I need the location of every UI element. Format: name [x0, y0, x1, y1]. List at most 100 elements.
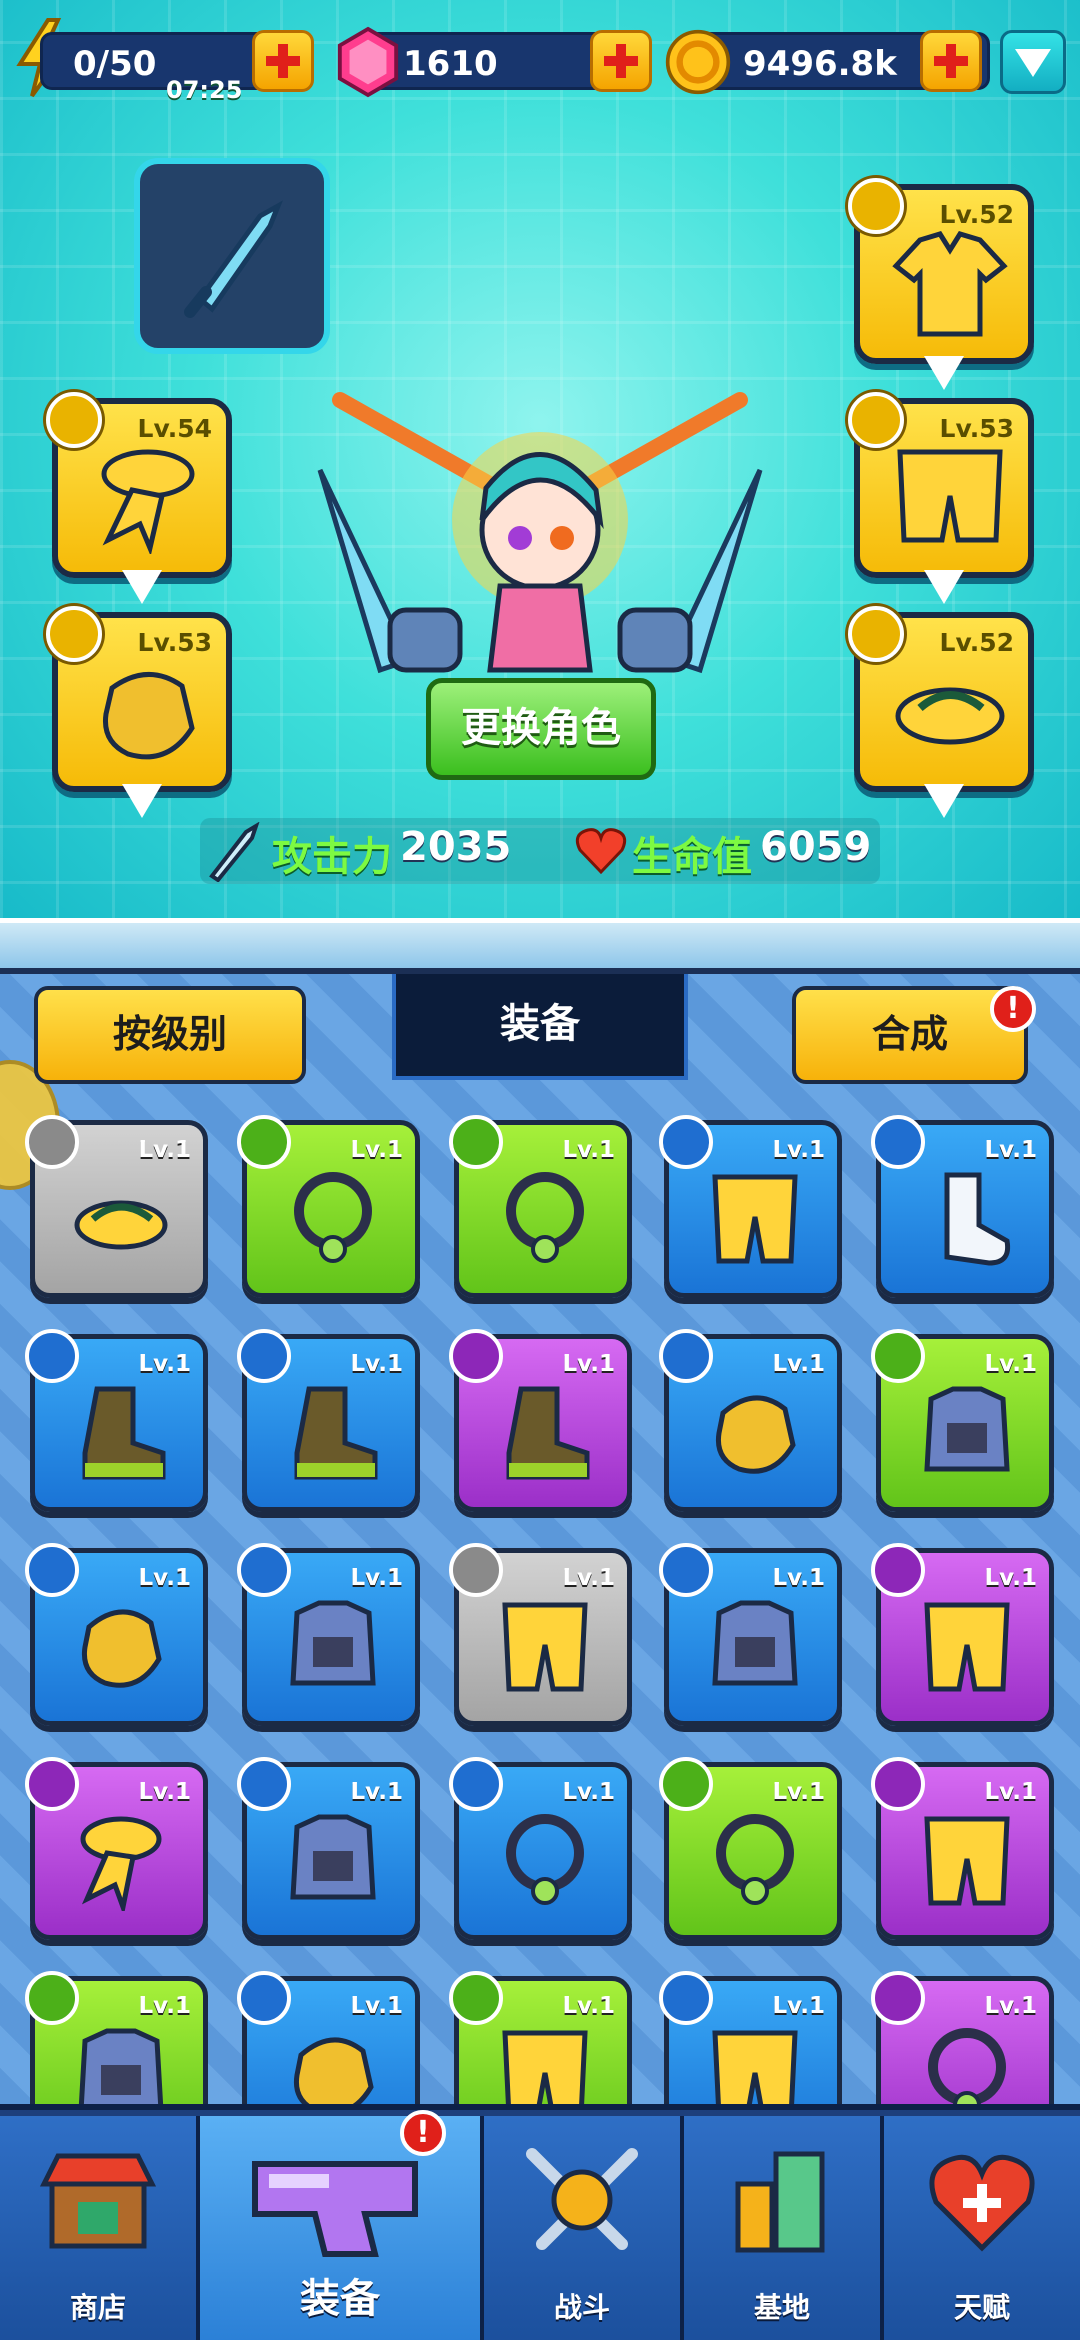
inventory-item[interactable]: Lv.1 [237, 1115, 420, 1298]
nav-shop[interactable]: 商店 [0, 2116, 200, 2340]
coin-icon [665, 29, 731, 95]
boots-type-icon [25, 1329, 79, 1383]
item-level: Lv.1 [984, 1351, 1037, 1377]
nav-base[interactable]: 基地 [684, 2116, 884, 2340]
item-level: Lv.1 [984, 1565, 1037, 1591]
gloves-type-icon [237, 1971, 291, 2025]
glove-icon [102, 672, 195, 760]
flipflop-icon [895, 687, 1005, 745]
equip-slot-scarf[interactable]: Lv.54 [46, 392, 232, 604]
boots-type-icon [237, 1329, 291, 1383]
item-level: Lv.1 [772, 1779, 825, 1805]
inventory-item[interactable]: Lv.1 [449, 1329, 632, 1512]
equip-arrow-icon [924, 570, 964, 604]
nav-talent[interactable]: 天赋 [884, 2116, 1080, 2340]
item-level: Lv.1 [984, 1779, 1037, 1805]
equipment-icon [252, 2161, 418, 2257]
inventory-item[interactable]: Lv.1 [871, 1757, 1054, 1940]
armor-icon [78, 2028, 164, 2110]
inventory-item[interactable]: Lv.1 [237, 1543, 420, 1726]
inventory-item[interactable]: Lv.1 [237, 1757, 420, 1940]
inventory-item[interactable]: Lv.1 [659, 1329, 842, 1512]
inventory-item[interactable]: Lv.1 [25, 1757, 208, 1940]
energy-timer: 07:25 [166, 76, 243, 104]
boots-icon [506, 1386, 590, 1480]
item-level: Lv.1 [772, 1565, 825, 1591]
inventory-item[interactable]: Lv.1 [25, 1115, 208, 1298]
tab-equipment[interactable]: 装备 [392, 974, 688, 1080]
pants-icon [502, 2030, 588, 2110]
shirt-type-icon [848, 178, 904, 234]
inventory-item[interactable]: Lv.1 [449, 1115, 632, 1298]
inventory-item[interactable]: Lv.1 [25, 1543, 208, 1726]
inventory-item[interactable]: Lv.1 [871, 1971, 1054, 2110]
change-character-button[interactable]: 更换角色 [426, 678, 656, 780]
add-energy-button[interactable] [252, 30, 314, 92]
pants-type-icon [659, 1115, 713, 1169]
pants-icon [712, 1174, 798, 1264]
gloves-type-icon [46, 606, 102, 662]
necklace-type-icon [449, 1115, 503, 1169]
item-level: Lv.1 [772, 1351, 825, 1377]
equip-arrow-icon [924, 784, 964, 818]
nav-label: 天赋 [953, 2291, 1010, 2324]
sock-icon [944, 1172, 1011, 1266]
item-level: Lv.1 [562, 1993, 615, 2019]
inventory-item[interactable]: Lv.1 [659, 1543, 842, 1726]
nav-battle[interactable]: 战斗 [484, 2116, 684, 2340]
equip-slot-gloves[interactable]: Lv.53 [46, 606, 232, 818]
equip-arrow-icon [122, 784, 162, 818]
inventory-item[interactable]: Lv.1 [25, 1329, 208, 1512]
inventory-item[interactable]: Lv.1 [659, 1757, 842, 1940]
hp-value: 6059 [760, 824, 872, 870]
equip-slot-shoes[interactable]: Lv.52 [848, 606, 1034, 818]
inventory-item[interactable]: Lv.1 [659, 1115, 842, 1298]
inventory-item[interactable]: Lv.1 [871, 1329, 1054, 1512]
slot-level: Lv.53 [939, 414, 1014, 443]
necklace-icon [506, 1814, 584, 1905]
heart-icon [575, 828, 627, 875]
armor-type-icon [659, 1543, 713, 1597]
necklace-type-icon [871, 1971, 925, 2025]
equip-arrow-icon [122, 570, 162, 604]
item-level: Lv.1 [350, 1993, 403, 2019]
panel-divider [0, 918, 1080, 974]
inventory-item[interactable]: Lv.1 [237, 1971, 420, 2110]
add-gems-button[interactable] [590, 30, 652, 92]
armor-type-icon [25, 1971, 79, 2025]
equip-slot-pants[interactable]: Lv.53 [848, 392, 1034, 604]
inventory-item[interactable]: Lv.1 [871, 1543, 1054, 1726]
slot-level: Lv.52 [939, 200, 1014, 229]
sort-by-level-button[interactable]: 按级别 [34, 986, 306, 1084]
inventory-item[interactable]: Lv.1 [871, 1115, 1054, 1298]
bottom-navigation: 商店 装备 ! 战斗 基地 天赋 [0, 2104, 1080, 2340]
pants-type-icon [871, 1543, 925, 1597]
equip-slot-shirt[interactable]: Lv.52 [848, 178, 1034, 390]
item-level: Lv.1 [562, 1351, 615, 1377]
armor-icon [712, 1600, 798, 1686]
inventory-item[interactable]: Lv.1 [237, 1329, 420, 1512]
merge-alert-badge: ! [990, 986, 1036, 1032]
equip-arrow-icon [924, 356, 964, 390]
inventory-item[interactable]: Lv.1 [25, 1971, 208, 2110]
item-level: Lv.1 [138, 1137, 191, 1163]
item-level: Lv.1 [772, 1993, 825, 2019]
inventory-item[interactable]: Lv.1 [449, 1757, 632, 1940]
armor-icon [924, 1386, 1010, 1472]
shop-shortcut-button[interactable] [1000, 30, 1066, 94]
nav-equipment[interactable]: 装备 [200, 2116, 484, 2340]
item-level: Lv.1 [350, 1779, 403, 1805]
inventory-item[interactable]: Lv.1 [449, 1543, 632, 1726]
inventory-item[interactable]: Lv.1 [449, 1971, 632, 2110]
armor-type-icon [871, 1329, 925, 1383]
inventory-item[interactable]: Lv.1 [659, 1971, 842, 2110]
sword-icon [209, 822, 260, 882]
add-coins-button[interactable] [920, 30, 982, 92]
item-level: Lv.1 [562, 1137, 615, 1163]
necklace-icon [928, 2028, 1006, 2110]
energy-value: 0/50 [73, 44, 157, 84]
necklace-icon [716, 1814, 794, 1905]
item-level: Lv.1 [984, 1993, 1037, 2019]
slot-level: Lv.52 [939, 628, 1014, 657]
weapon-slot[interactable] [134, 158, 330, 354]
